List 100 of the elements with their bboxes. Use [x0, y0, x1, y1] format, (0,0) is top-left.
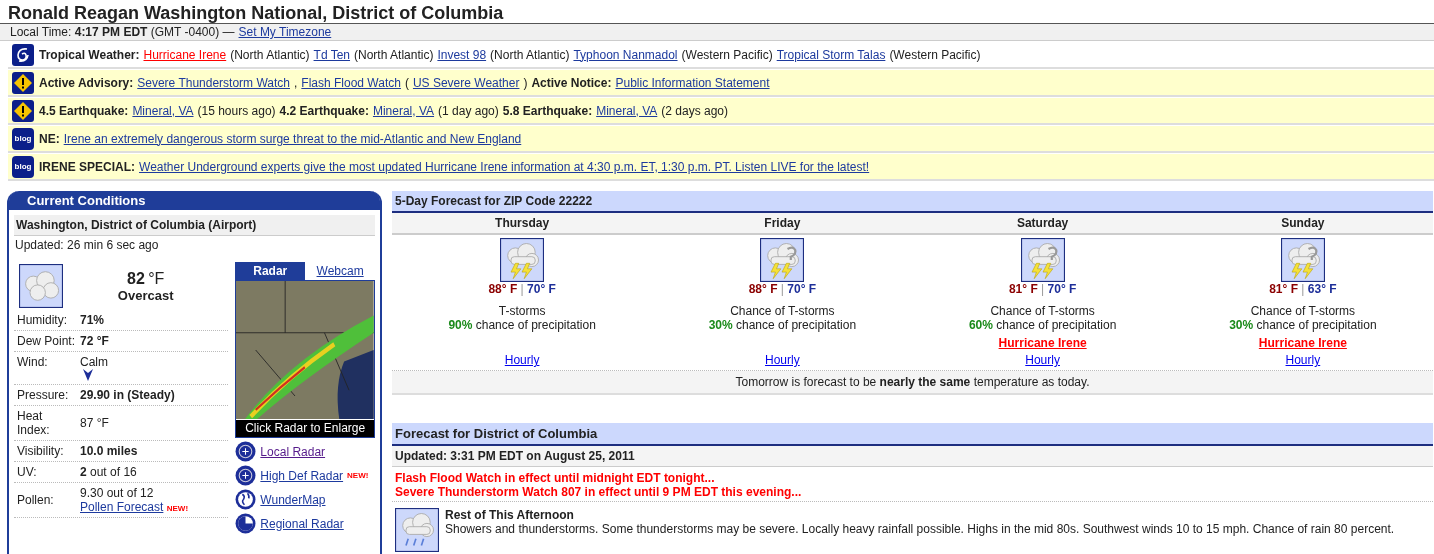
precipitation-chance: 60% chance of precipitation — [968, 318, 1117, 332]
radar-link[interactable]: High Def Radar — [260, 468, 344, 483]
rain-cloud-icon — [395, 508, 439, 552]
condition-value: 2 out of 16 — [80, 465, 137, 479]
pollen-forecast-link[interactable]: Pollen Forecast — [80, 500, 164, 514]
condition-label: Heat Index: — [17, 409, 51, 437]
blog-icon: blog — [12, 155, 34, 178]
blog-icon: blog — [12, 127, 34, 150]
hurricane-link[interactable]: Hurricane Irene — [1258, 335, 1347, 350]
alert-link[interactable]: Irene an extremely dangerous storm surge threat to the mid-Atlantic and New England — [63, 131, 522, 146]
cloud-icon — [19, 264, 63, 308]
alert-text: (Western Pacific) — [889, 47, 981, 62]
forecast-condition: Chance of T-storms — [730, 304, 835, 318]
condition-label: Wind: — [17, 355, 49, 369]
condition-label: Humidity: — [17, 313, 68, 327]
wind-arrow-icon — [83, 369, 93, 381]
condition-value: 72 °F — [80, 334, 109, 348]
section-header: Forecast for District of Columbia — [392, 423, 1433, 446]
period-title: Rest of This Afternoon — [445, 508, 575, 522]
condition-value: 10.0 miles — [80, 444, 138, 458]
hourly-link[interactable]: Hourly — [504, 353, 540, 370]
alert-label: Active Advisory: — [39, 75, 134, 90]
alert-link[interactable]: Flash Flood Watch — [301, 75, 401, 90]
condition-label: Dew Point: — [17, 334, 77, 348]
hourly-link[interactable]: Hourly — [1025, 353, 1060, 370]
alert-link[interactable]: Hurricane Irene — [143, 47, 227, 62]
forecast-condition: T-storms — [498, 304, 546, 318]
condition-value: 71% — [80, 313, 105, 327]
precipitation-chance: 30% chance of precipitation — [1229, 318, 1377, 332]
radar-link[interactable]: Local Radar — [260, 444, 326, 459]
chance-thunderstorm-icon — [1280, 238, 1325, 282]
location-name: Washington, District of Columbia (Airport) — [14, 215, 375, 236]
alert-label: IRENE SPECIAL: — [39, 159, 135, 174]
alert-label: Tropical Weather: — [39, 47, 140, 62]
new-label: NEW! — [347, 471, 369, 480]
day-name: Sunday — [1280, 215, 1326, 232]
condition-value: 87 °F — [80, 416, 109, 430]
alert-link[interactable]: US Severe Weather — [412, 75, 520, 90]
alert-link[interactable]: Public Information Statement — [615, 75, 770, 90]
precipitation-chance: 30% chance of precipitation — [708, 318, 857, 332]
hurricane-link[interactable]: Hurricane Irene — [998, 335, 1087, 350]
panel-title: Current Conditions — [9, 191, 380, 210]
alert-link[interactable]: Typhoon Nanmadol — [573, 47, 678, 62]
updated-text: Updated: 26 min 6 sec ago — [14, 237, 160, 254]
temperature-range: 88° F | 70° F — [748, 282, 817, 296]
local-time-text: Local Time: 4:17 PM EDT (GMT -0400) — — [10, 25, 235, 39]
temperature-range: 81° F | 63° F — [1269, 282, 1337, 296]
alert-text: (1 day ago) — [438, 103, 499, 118]
alert-label: 5.8 Earthquake: — [502, 103, 593, 118]
alert-text: (2 days ago) — [661, 103, 728, 118]
alert-link[interactable]: Invest 98 — [437, 47, 487, 62]
day-name: Thursday — [494, 215, 551, 232]
alert-link[interactable]: Weather Underground experts give the most updated Hurricane Irene information at 4:30 p.m. ET, 1:30 p.m. PT. Listen LIVE for the latest! — [139, 159, 870, 174]
chance-thunderstorm-icon — [1020, 238, 1065, 282]
globe-icon — [235, 489, 257, 510]
alert-link[interactable]: Td Ten — [313, 47, 351, 62]
section-header: 5-Day Forecast for ZIP Code 22222 — [392, 191, 1433, 213]
period-text: Showers and thunderstorms. Some thunderstorms may be severe. Locally heavy rainfall possible. Highs in the mid 80s. Southwest winds 10 to 15 mph. Chance of rain 80 percent. — [445, 522, 1395, 536]
forecast-condition: Chance of T-storms — [990, 304, 1095, 318]
radar-link[interactable]: Regional Radar — [260, 516, 344, 531]
alert-text: (North Atlantic) — [230, 47, 310, 62]
hourly-link[interactable]: Hourly — [765, 353, 800, 370]
alert-label: NE: — [39, 131, 60, 146]
alert-text: (15 hours ago) — [197, 103, 276, 118]
condition-label: UV: — [17, 465, 38, 479]
temperature-text: 82 °F — [126, 269, 166, 288]
crosshair-icon — [235, 465, 257, 486]
day-name: Saturday — [1015, 215, 1070, 232]
condition-text: Overcast — [116, 287, 175, 303]
condition-label: Visibility: — [17, 444, 65, 458]
crosshair-icon — [235, 441, 257, 462]
watch-warning: Severe Thunderstorm Watch 807 in effect until 9 PM EDT this evening... — [395, 485, 803, 499]
radar-caption: Click Radar to Enlarge — [236, 420, 374, 437]
alert-link[interactable]: Mineral, VA — [132, 103, 194, 118]
alert-text: (Western Pacific) — [681, 47, 773, 62]
radar-link[interactable]: WunderMap — [260, 492, 326, 507]
alert-text: ) — [523, 75, 528, 90]
alert-link[interactable]: Tropical Storm Talas — [776, 47, 886, 62]
condition-value: Calm — [80, 355, 108, 369]
alert-link[interactable]: Severe Thunderstorm Watch — [137, 75, 290, 90]
alert-text: , — [294, 75, 298, 90]
day-name: Friday — [763, 215, 802, 232]
condition-label: Pollen: — [17, 493, 55, 507]
radar-map-placeholder[interactable]: Click Radar to Enlarge — [235, 280, 375, 438]
temperature-range: 81° F | 70° F — [1008, 282, 1077, 296]
set-timezone-link[interactable]: Set My Timezone — [238, 25, 332, 39]
alert-link[interactable]: Mineral, VA — [372, 103, 435, 118]
precipitation-chance: 90% chance of precipitation — [448, 318, 596, 332]
warning-icon — [12, 99, 34, 122]
hourly-link[interactable]: Hourly — [1285, 353, 1321, 370]
condition-value: 29.90 in (Steady) — [80, 388, 175, 402]
condition-label: Pressure: — [17, 388, 70, 402]
alert-link[interactable]: Mineral, VA — [596, 103, 658, 118]
tab[interactable]: Radar — [235, 262, 306, 280]
tab[interactable]: Webcam — [305, 262, 375, 280]
new-label: NEW! — [166, 504, 189, 513]
warning-icon — [12, 71, 34, 94]
pie-icon — [235, 513, 257, 534]
alert-text: ( — [404, 75, 409, 90]
watch-warning: Flash Flood Watch in effect until midnight EDT tonight... — [395, 471, 716, 485]
